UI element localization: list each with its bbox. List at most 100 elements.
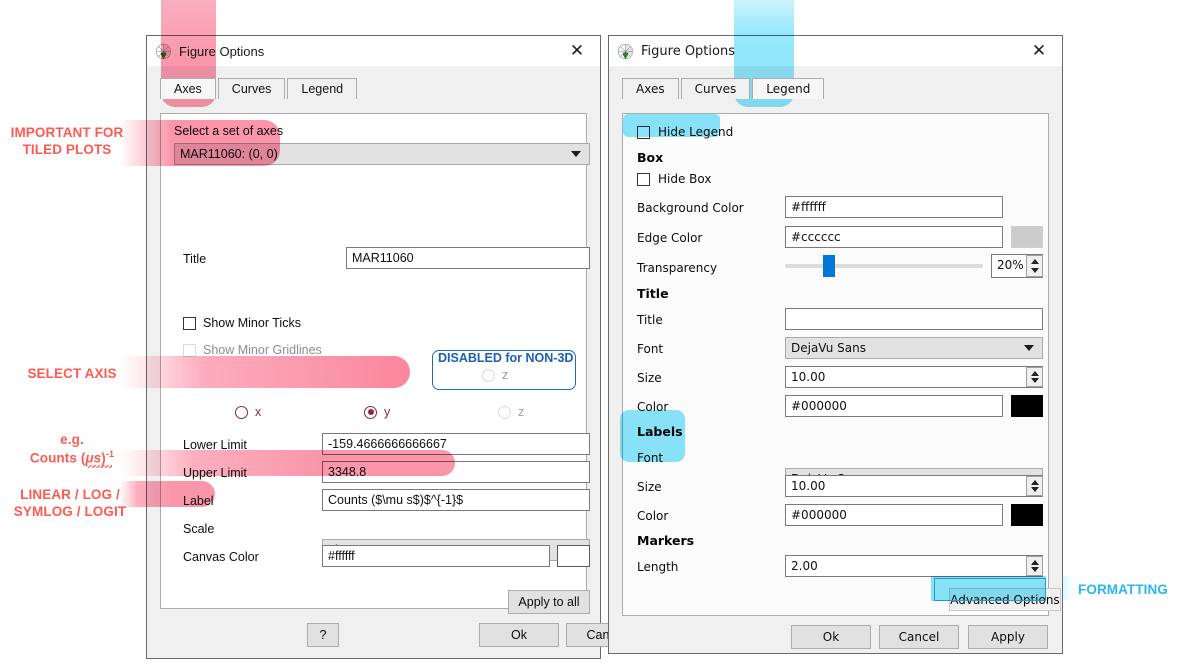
hide-box-row[interactable]: Hide Box [637, 172, 711, 186]
radio-x-icon[interactable] [235, 406, 248, 419]
annotation-counts-mu: μs [85, 450, 101, 465]
stepper-up-icon[interactable] [1031, 259, 1039, 264]
transparency-stepper[interactable] [1026, 255, 1043, 277]
transparency-value: 20% [997, 258, 1024, 272]
tab-curves[interactable]: Curves [681, 78, 751, 99]
tab-curves[interactable]: Curves [218, 78, 286, 99]
annotation-scale-options: LINEAR / LOG / SYMLOG / LOGIT [0, 487, 140, 521]
stepper-down-icon[interactable] [1031, 378, 1039, 383]
stepper-down-icon[interactable] [1031, 567, 1039, 572]
tab-legend[interactable]: Legend [287, 78, 357, 99]
right-dialog-titlebar: Figure Options ✕ [609, 36, 1062, 66]
close-icon[interactable]: ✕ [554, 36, 600, 66]
title-font-combo[interactable]: DejaVu Sans [785, 337, 1043, 359]
title-input[interactable]: MAR11060 [346, 247, 590, 269]
cancel-button[interactable]: Cancel [879, 625, 959, 649]
close-icon[interactable]: ✕ [1016, 36, 1062, 66]
disabled-non3d-callout-label: DISABLED for NON-3D [438, 351, 573, 365]
title-font-label: Font [637, 342, 663, 356]
ok-button[interactable]: Ok [479, 623, 559, 647]
apply-to-all-button[interactable]: Apply to all [508, 590, 590, 614]
axis-radio-y[interactable]: y [364, 405, 390, 419]
radio-z-icon [482, 369, 495, 382]
title-color-label: Color [637, 400, 668, 414]
stepper-up-icon[interactable] [1031, 480, 1039, 485]
labels-size-stepper[interactable] [1026, 476, 1043, 496]
title-size-label: Size [637, 371, 662, 385]
annotation-eg-counts: e.g. Counts (μs)-1 [2, 432, 142, 467]
chevron-down-icon [571, 151, 581, 157]
show-minor-ticks-checkbox[interactable] [183, 317, 196, 330]
labels-size-input[interactable]: 10.00 [785, 475, 1043, 497]
upper-limit-input[interactable]: 3348.8 [322, 461, 590, 483]
axes-select-value: MAR11060: (0, 0) [180, 147, 278, 161]
canvas-color-input[interactable]: #ffffff [322, 545, 550, 567]
labels-section-header: Labels [637, 424, 683, 439]
box-section-header: Box [637, 150, 663, 165]
title-color-swatch[interactable] [1011, 395, 1043, 417]
title-color-input[interactable]: #000000 [785, 395, 1003, 417]
stepper-down-icon[interactable] [1031, 487, 1039, 492]
matplotlib-icon [617, 43, 634, 60]
radio-z-label: z [502, 368, 508, 382]
axes-select-combo[interactable]: MAR11060: (0, 0) [174, 143, 590, 165]
axis-radio-z: z [498, 405, 524, 419]
lower-limit-input[interactable]: -159.4666666666667 [322, 433, 590, 455]
lower-limit-label: Lower Limit [183, 438, 247, 452]
annotation-eg-line: e.g. [2, 432, 142, 449]
labels-color-label: Color [637, 509, 668, 523]
stepper-up-icon[interactable] [1031, 560, 1039, 565]
labels-font-label: Font [637, 451, 663, 465]
axis-label-input[interactable]: Counts ($\mu s$)$^{-1}$ [322, 489, 590, 511]
apply-button[interactable]: Apply [968, 625, 1048, 649]
title-size-input[interactable]: 10.00 [785, 366, 1043, 388]
radio-y-icon[interactable] [364, 406, 377, 419]
hide-legend-checkbox[interactable] [637, 126, 650, 139]
slider-track [785, 264, 983, 268]
radio-z-icon [498, 406, 511, 419]
canvas-color-swatch[interactable] [557, 545, 590, 567]
labels-color-swatch[interactable] [1011, 504, 1043, 526]
canvas-color-label: Canvas Color [183, 550, 259, 564]
slider-handle[interactable] [823, 255, 835, 277]
hide-legend-row[interactable]: Hide Legend [637, 125, 733, 139]
show-minor-ticks-row[interactable]: Show Minor Ticks [183, 316, 301, 330]
axis-label-label: Label [183, 494, 214, 508]
annotation-counts-line: Counts (μs)-1 [30, 449, 114, 467]
edge-color-label: Edge Color [637, 231, 702, 245]
help-button[interactable]: ? [307, 623, 339, 647]
legend-title-input[interactable] [785, 308, 1043, 330]
tab-legend[interactable]: Legend [752, 78, 824, 99]
background-color-input[interactable]: #ffffff [785, 196, 1003, 218]
radio-x-label: x [255, 405, 261, 419]
transparency-slider[interactable] [785, 254, 983, 278]
markers-length-stepper[interactable] [1026, 556, 1043, 576]
tab-axes[interactable]: Axes [160, 78, 216, 99]
scale-label: Scale [183, 522, 214, 536]
hide-box-checkbox[interactable] [637, 173, 650, 186]
markers-length-label: Length [637, 560, 678, 574]
edge-color-input[interactable]: #cccccc [785, 226, 1003, 248]
annotation-counts-exponent: -1 [106, 449, 114, 459]
edge-color-swatch[interactable] [1011, 226, 1043, 248]
title-row-label: Title [183, 252, 206, 266]
tab-axes[interactable]: Axes [622, 78, 679, 99]
transparency-label: Transparency [637, 261, 717, 275]
ok-button[interactable]: Ok [791, 625, 871, 649]
stepper-up-icon[interactable] [1031, 371, 1039, 376]
show-minor-ticks-label: Show Minor Ticks [203, 316, 301, 330]
stepper-down-icon[interactable] [1031, 268, 1039, 273]
title-size-stepper[interactable] [1026, 367, 1043, 387]
axis-radio-x[interactable]: x [235, 405, 261, 419]
radio-z-label: z [518, 405, 524, 419]
right-dialog-tabs: Axes Curves Legend [622, 77, 1062, 99]
spellcheck-squiggle-icon [86, 465, 112, 468]
markers-length-input[interactable]: 2.00 [785, 555, 1043, 577]
matplotlib-icon [155, 43, 172, 60]
show-minor-gridlines-checkbox [183, 344, 196, 357]
axis-radio-z-callout: z [482, 368, 508, 382]
annotation-select-axis: SELECT AXIS [2, 366, 142, 383]
left-dialog-title: Figure Options [179, 44, 264, 59]
show-minor-gridlines-row: Show Minor Gridlines [183, 343, 322, 357]
labels-color-input[interactable]: #000000 [785, 504, 1003, 526]
